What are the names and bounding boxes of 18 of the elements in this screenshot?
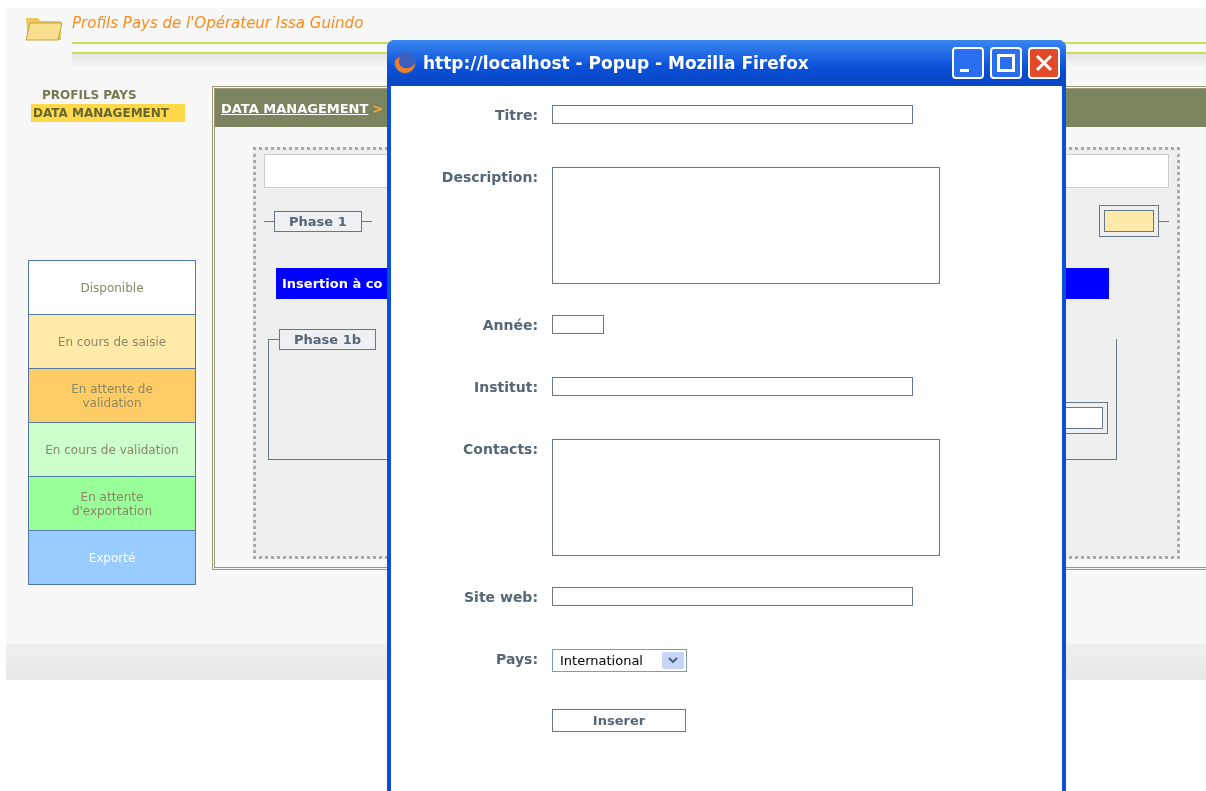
status-legend-item: En attente d'exportation [29,476,195,530]
breadcrumb-separator: > [372,100,384,116]
page-title: Profils Pays de l'Opérateur Issa Guindo [72,13,365,34]
status-legend-item: Disponible [29,261,195,314]
status-legend-item: En attente de validation [29,368,195,422]
field-label: Site web: [464,588,538,607]
field-label: Année: [482,316,538,335]
field-label: Titre: [494,106,538,125]
status-legend-item: En cours de validation [29,422,195,476]
field-label: Description: [441,168,538,187]
field-label: Contacts: [463,440,538,459]
window-title: http://localhost - Popup - Mozilla Firefox [423,53,810,73]
field-label: Pays: [496,650,538,669]
status-legend-item: En cours de saisie [29,314,195,368]
phase-legend: Phase 1b [279,329,376,350]
field-label: Institut: [474,378,538,397]
phase-legend: Phase 1 [274,210,362,232]
status-legend-item: Exporté [29,530,195,584]
